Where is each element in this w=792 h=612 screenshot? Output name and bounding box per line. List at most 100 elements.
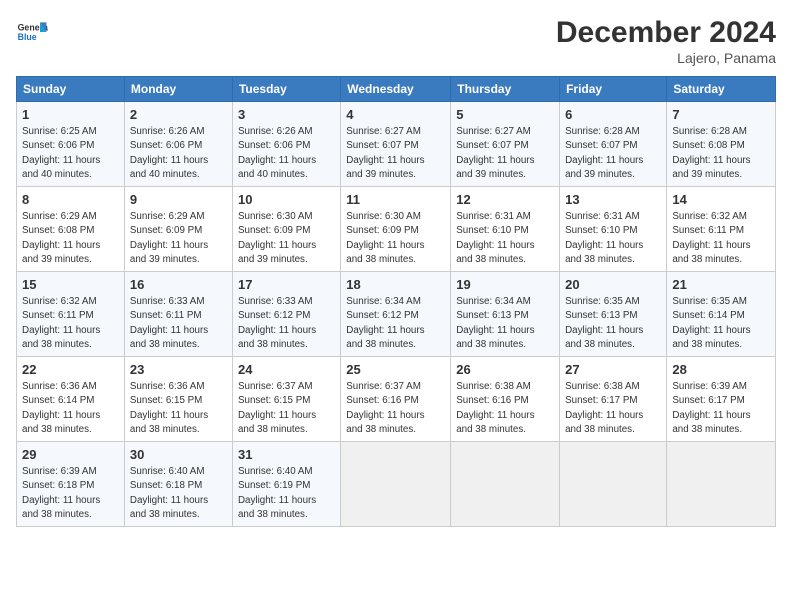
day-number: 20 [565, 276, 661, 294]
page: General Blue December 2024 Lajero, Panam… [0, 0, 792, 612]
table-row: 16Sunrise: 6:33 AM Sunset: 6:11 PM Dayli… [124, 272, 232, 357]
day-number: 18 [346, 276, 445, 294]
table-row: 7Sunrise: 6:28 AM Sunset: 6:08 PM Daylig… [667, 102, 776, 187]
day-number: 23 [130, 361, 227, 379]
col-thursday: Thursday [451, 77, 560, 102]
day-number: 25 [346, 361, 445, 379]
svg-text:Blue: Blue [18, 32, 37, 42]
table-row: 28Sunrise: 6:39 AM Sunset: 6:17 PM Dayli… [667, 357, 776, 442]
table-row: 27Sunrise: 6:38 AM Sunset: 6:17 PM Dayli… [560, 357, 667, 442]
table-row: 19Sunrise: 6:34 AM Sunset: 6:13 PM Dayli… [451, 272, 560, 357]
table-row: 3Sunrise: 6:26 AM Sunset: 6:06 PM Daylig… [232, 102, 340, 187]
day-info: Sunrise: 6:26 AM Sunset: 6:06 PM Dayligh… [130, 125, 227, 182]
day-info: Sunrise: 6:35 AM Sunset: 6:13 PM Dayligh… [565, 295, 661, 352]
calendar-table: Sunday Monday Tuesday Wednesday Thursday… [16, 76, 776, 527]
table-row: 13Sunrise: 6:31 AM Sunset: 6:10 PM Dayli… [560, 187, 667, 272]
table-row: 14Sunrise: 6:32 AM Sunset: 6:11 PM Dayli… [667, 187, 776, 272]
table-row: 15Sunrise: 6:32 AM Sunset: 6:11 PM Dayli… [17, 272, 125, 357]
col-wednesday: Wednesday [341, 77, 451, 102]
table-row: 8Sunrise: 6:29 AM Sunset: 6:08 PM Daylig… [17, 187, 125, 272]
day-info: Sunrise: 6:28 AM Sunset: 6:07 PM Dayligh… [565, 125, 661, 182]
day-number: 22 [22, 361, 119, 379]
day-number: 4 [346, 106, 445, 124]
day-info: Sunrise: 6:30 AM Sunset: 6:09 PM Dayligh… [238, 210, 335, 267]
table-row: 18Sunrise: 6:34 AM Sunset: 6:12 PM Dayli… [341, 272, 451, 357]
day-number: 27 [565, 361, 661, 379]
day-info: Sunrise: 6:39 AM Sunset: 6:17 PM Dayligh… [672, 380, 770, 437]
table-row: 4Sunrise: 6:27 AM Sunset: 6:07 PM Daylig… [341, 102, 451, 187]
table-row: 31Sunrise: 6:40 AM Sunset: 6:19 PM Dayli… [232, 442, 340, 527]
day-info: Sunrise: 6:30 AM Sunset: 6:09 PM Dayligh… [346, 210, 445, 267]
day-info: Sunrise: 6:26 AM Sunset: 6:06 PM Dayligh… [238, 125, 335, 182]
day-number: 26 [456, 361, 554, 379]
day-info: Sunrise: 6:37 AM Sunset: 6:15 PM Dayligh… [238, 380, 335, 437]
table-row [451, 442, 560, 527]
day-info: Sunrise: 6:25 AM Sunset: 6:06 PM Dayligh… [22, 125, 119, 182]
table-row: 2Sunrise: 6:26 AM Sunset: 6:06 PM Daylig… [124, 102, 232, 187]
table-row: 25Sunrise: 6:37 AM Sunset: 6:16 PM Dayli… [341, 357, 451, 442]
day-number: 8 [22, 191, 119, 209]
day-info: Sunrise: 6:31 AM Sunset: 6:10 PM Dayligh… [456, 210, 554, 267]
table-row: 5Sunrise: 6:27 AM Sunset: 6:07 PM Daylig… [451, 102, 560, 187]
day-number: 21 [672, 276, 770, 294]
table-row: 30Sunrise: 6:40 AM Sunset: 6:18 PM Dayli… [124, 442, 232, 527]
day-number: 3 [238, 106, 335, 124]
day-number: 15 [22, 276, 119, 294]
day-info: Sunrise: 6:39 AM Sunset: 6:18 PM Dayligh… [22, 465, 119, 522]
table-row [667, 442, 776, 527]
day-info: Sunrise: 6:32 AM Sunset: 6:11 PM Dayligh… [672, 210, 770, 267]
header: General Blue December 2024 Lajero, Panam… [16, 16, 776, 66]
day-info: Sunrise: 6:33 AM Sunset: 6:12 PM Dayligh… [238, 295, 335, 352]
col-sunday: Sunday [17, 77, 125, 102]
day-info: Sunrise: 6:33 AM Sunset: 6:11 PM Dayligh… [130, 295, 227, 352]
day-info: Sunrise: 6:40 AM Sunset: 6:18 PM Dayligh… [130, 465, 227, 522]
day-number: 12 [456, 191, 554, 209]
day-info: Sunrise: 6:35 AM Sunset: 6:14 PM Dayligh… [672, 295, 770, 352]
table-row: 24Sunrise: 6:37 AM Sunset: 6:15 PM Dayli… [232, 357, 340, 442]
month-title: December 2024 [556, 16, 776, 50]
day-number: 29 [22, 446, 119, 464]
logo: General Blue [16, 16, 48, 48]
day-number: 28 [672, 361, 770, 379]
table-row: 26Sunrise: 6:38 AM Sunset: 6:16 PM Dayli… [451, 357, 560, 442]
day-number: 10 [238, 191, 335, 209]
day-info: Sunrise: 6:29 AM Sunset: 6:09 PM Dayligh… [130, 210, 227, 267]
col-monday: Monday [124, 77, 232, 102]
day-info: Sunrise: 6:34 AM Sunset: 6:12 PM Dayligh… [346, 295, 445, 352]
table-row: 23Sunrise: 6:36 AM Sunset: 6:15 PM Dayli… [124, 357, 232, 442]
day-info: Sunrise: 6:40 AM Sunset: 6:19 PM Dayligh… [238, 465, 335, 522]
day-number: 1 [22, 106, 119, 124]
table-row: 1Sunrise: 6:25 AM Sunset: 6:06 PM Daylig… [17, 102, 125, 187]
table-row: 11Sunrise: 6:30 AM Sunset: 6:09 PM Dayli… [341, 187, 451, 272]
day-number: 9 [130, 191, 227, 209]
day-number: 14 [672, 191, 770, 209]
table-row: 22Sunrise: 6:36 AM Sunset: 6:14 PM Dayli… [17, 357, 125, 442]
day-number: 2 [130, 106, 227, 124]
table-row [560, 442, 667, 527]
day-number: 7 [672, 106, 770, 124]
table-row [341, 442, 451, 527]
table-row: 12Sunrise: 6:31 AM Sunset: 6:10 PM Dayli… [451, 187, 560, 272]
day-info: Sunrise: 6:28 AM Sunset: 6:08 PM Dayligh… [672, 125, 770, 182]
day-info: Sunrise: 6:27 AM Sunset: 6:07 PM Dayligh… [346, 125, 445, 182]
day-number: 5 [456, 106, 554, 124]
table-row: 10Sunrise: 6:30 AM Sunset: 6:09 PM Dayli… [232, 187, 340, 272]
day-number: 30 [130, 446, 227, 464]
col-friday: Friday [560, 77, 667, 102]
table-row: 9Sunrise: 6:29 AM Sunset: 6:09 PM Daylig… [124, 187, 232, 272]
table-row: 17Sunrise: 6:33 AM Sunset: 6:12 PM Dayli… [232, 272, 340, 357]
table-row: 29Sunrise: 6:39 AM Sunset: 6:18 PM Dayli… [17, 442, 125, 527]
day-info: Sunrise: 6:37 AM Sunset: 6:16 PM Dayligh… [346, 380, 445, 437]
day-number: 11 [346, 191, 445, 209]
day-info: Sunrise: 6:32 AM Sunset: 6:11 PM Dayligh… [22, 295, 119, 352]
day-info: Sunrise: 6:34 AM Sunset: 6:13 PM Dayligh… [456, 295, 554, 352]
day-number: 16 [130, 276, 227, 294]
day-number: 24 [238, 361, 335, 379]
col-saturday: Saturday [667, 77, 776, 102]
col-tuesday: Tuesday [232, 77, 340, 102]
table-row: 21Sunrise: 6:35 AM Sunset: 6:14 PM Dayli… [667, 272, 776, 357]
day-number: 6 [565, 106, 661, 124]
table-row: 6Sunrise: 6:28 AM Sunset: 6:07 PM Daylig… [560, 102, 667, 187]
day-number: 17 [238, 276, 335, 294]
day-info: Sunrise: 6:36 AM Sunset: 6:14 PM Dayligh… [22, 380, 119, 437]
